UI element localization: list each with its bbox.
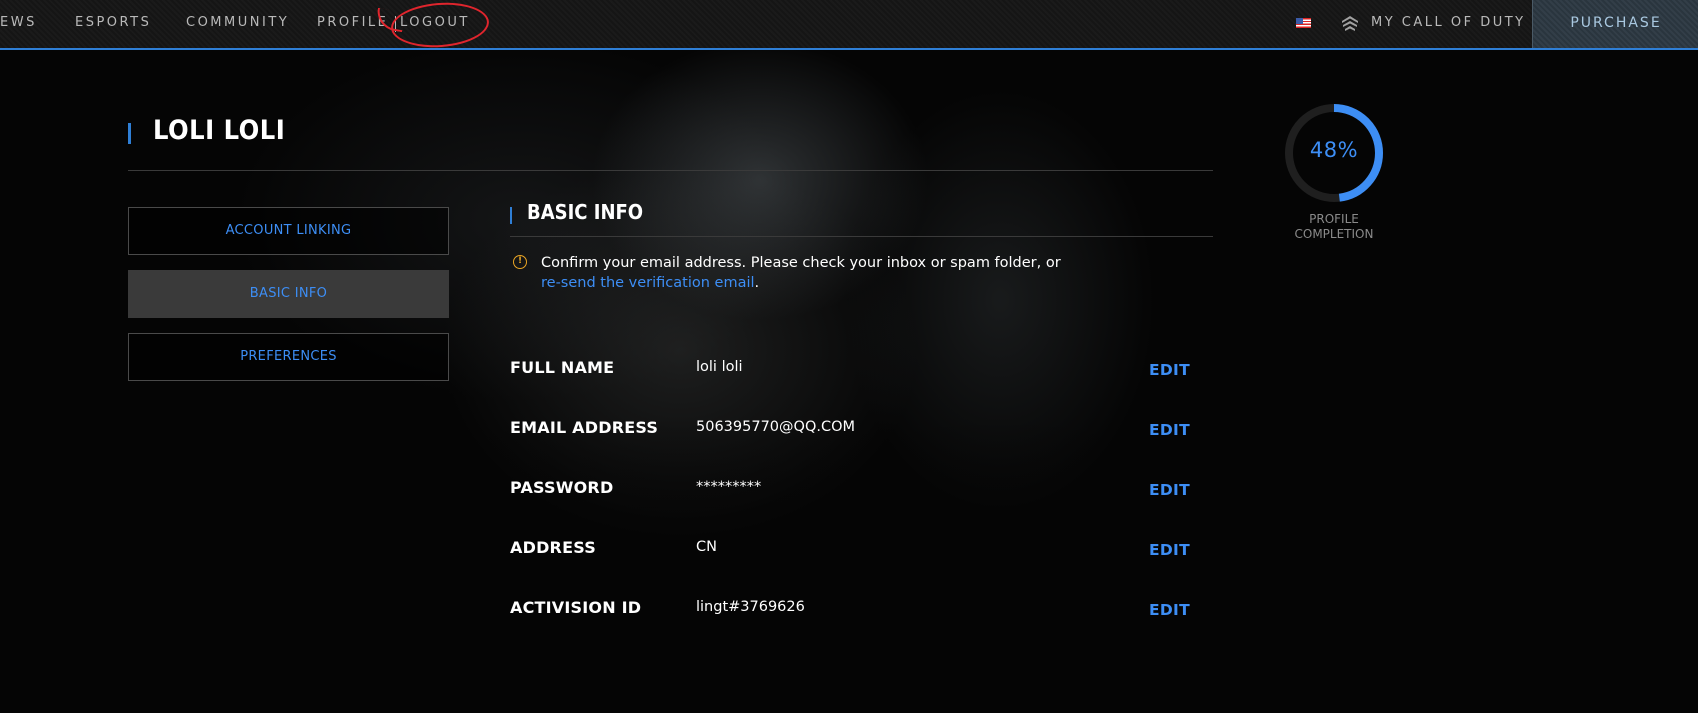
address-label: ADDRESS — [510, 538, 596, 557]
profile-completion-percent: 48% — [1309, 138, 1359, 162]
nav-item-my-call-of-duty[interactable]: MY CALL OF DUTY — [1371, 0, 1526, 48]
address-value: CN — [696, 539, 717, 555]
section-title: BASIC INFO — [527, 200, 644, 224]
top-navigation: EWS ESPORTS COMMUNITY PROFILE LOGOUT MY … — [0, 0, 1698, 51]
edit-email-button[interactable]: EDIT — [1149, 421, 1190, 439]
caption-line-2: COMPLETION — [1294, 227, 1374, 241]
nav-item-esports[interactable]: ESPORTS — [75, 0, 151, 48]
edit-activision-id-button[interactable]: EDIT — [1149, 601, 1190, 619]
email-address-label: EMAIL ADDRESS — [510, 418, 659, 437]
profile-completion-caption: PROFILE COMPLETION — [1274, 212, 1394, 242]
activision-id-label: ACTIVISION ID — [510, 598, 642, 617]
edit-address-button[interactable]: EDIT — [1149, 541, 1190, 559]
nav-separator — [395, 16, 396, 32]
purchase-button[interactable]: PURCHASE — [1532, 0, 1698, 48]
call-of-duty-emblem-icon — [1342, 16, 1358, 31]
profile-name: LOLI LOLI — [153, 115, 286, 146]
edit-password-button[interactable]: EDIT — [1149, 481, 1190, 499]
us-flag-icon[interactable] — [1296, 18, 1311, 28]
activision-id-value: lingt#3769626 — [696, 599, 805, 615]
caption-line-1: PROFILE — [1309, 212, 1359, 226]
resend-verification-link[interactable]: re-send the verification email — [541, 275, 755, 291]
section-accent-bar — [510, 207, 512, 224]
sidebar-item-basic-info[interactable]: BASIC INFO — [128, 270, 449, 318]
full-name-label: FULL NAME — [510, 358, 615, 377]
sidebar-item-account-linking[interactable]: ACCOUNT LINKING — [128, 207, 449, 255]
password-value: ********* — [696, 479, 762, 495]
nav-item-news[interactable]: EWS — [0, 0, 37, 48]
header-divider — [128, 170, 1213, 171]
notice-end: . — [754, 275, 760, 291]
nav-item-logout[interactable]: LOGOUT — [400, 0, 470, 48]
sidebar-item-preferences[interactable]: PREFERENCES — [128, 333, 449, 381]
section-divider — [510, 236, 1213, 237]
email-address-value: 506395770@QQ.COM — [696, 419, 856, 435]
nav-item-profile[interactable]: PROFILE — [317, 0, 388, 48]
full-name-value: loli loli — [696, 359, 743, 375]
hero-background-image — [0, 50, 1698, 713]
nav-item-community[interactable]: COMMUNITY — [186, 0, 289, 48]
edit-full-name-button[interactable]: EDIT — [1149, 361, 1190, 379]
email-verification-notice: Confirm your email address. Please check… — [541, 253, 1061, 293]
notice-text: Confirm your email address. Please check… — [541, 255, 1061, 271]
title-accent-bar — [128, 123, 131, 144]
password-label: PASSWORD — [510, 478, 614, 497]
warning-icon: ! — [513, 255, 527, 269]
